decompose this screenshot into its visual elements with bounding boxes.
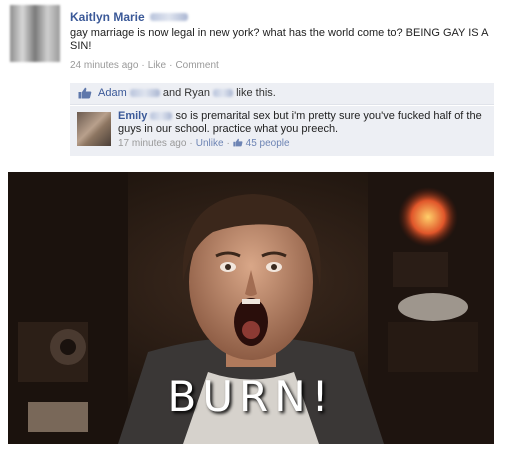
comment-like-count[interactable]: 45 people: [246, 138, 290, 149]
unlike-link[interactable]: Unlike: [196, 138, 224, 149]
likes-suffix: like this.: [236, 87, 276, 99]
post-meta: 24 minutes ago · Like · Comment: [70, 60, 219, 71]
redacted-surname: [129, 89, 160, 98]
likes-joiner: and Ryan: [162, 87, 210, 99]
post-timestamp[interactable]: 24 minutes ago: [70, 60, 138, 71]
comment-author[interactable]: Emily: [118, 110, 147, 122]
comment-body: Emily so is premarital sex but i'm prett…: [118, 110, 488, 150]
post-text: gay marriage is now legal in new york? w…: [70, 27, 488, 52]
image-caption: BURN!: [167, 372, 335, 421]
post-author[interactable]: Kaitlyn Marie: [70, 10, 145, 24]
facebook-post: Kaitlyn Marie gay marriage is now legal …: [0, 0, 506, 170]
comment-link[interactable]: Comment: [175, 60, 218, 71]
author-avatar[interactable]: [10, 5, 60, 62]
comment: Emily so is premarital sex but i'm prett…: [70, 106, 494, 156]
commenter-avatar[interactable]: [77, 112, 111, 146]
redacted-surname: [149, 12, 188, 21]
reaction-image: BURN!: [8, 172, 494, 444]
comment-text: so is premarital sex but i'm pretty sure…: [118, 110, 482, 135]
redacted-surname: [213, 89, 234, 98]
likes-summary: Adam and Ryan like this.: [70, 83, 494, 105]
like-link[interactable]: Like: [148, 60, 166, 71]
liker-name-1[interactable]: Adam: [98, 87, 127, 99]
redacted-surname: [150, 112, 173, 121]
thumbs-up-icon: [78, 87, 92, 99]
post-body: Kaitlyn Marie gay marriage is now legal …: [70, 6, 490, 71]
post-header: Kaitlyn Marie: [70, 6, 490, 25]
comment-timestamp[interactable]: 17 minutes ago: [118, 138, 186, 149]
thumbs-up-icon: [233, 138, 243, 147]
comment-meta: 17 minutes ago · Unlike · 45 people: [118, 138, 290, 149]
